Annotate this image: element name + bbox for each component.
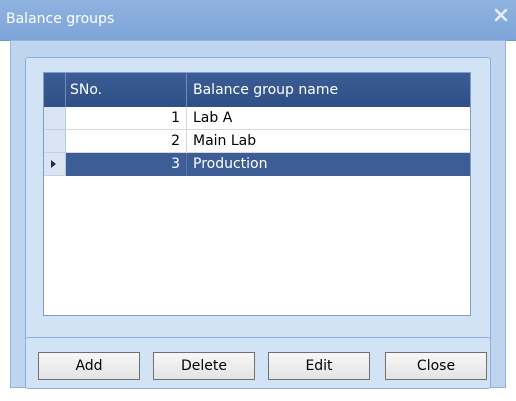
cell-sno[interactable]: 1 (66, 107, 187, 130)
dialog-body: SNo. Balance group name 1 Lab A 2 Main L… (10, 40, 506, 389)
table-row-selected[interactable]: 3 Production (44, 153, 470, 176)
row-selector[interactable] (44, 107, 66, 130)
window-title: Balance groups (6, 11, 115, 27)
balance-groups-dialog: Balance groups SNo. Balance group name 1… (0, 0, 516, 401)
button-group-panel: Add Delete Edit Close (25, 337, 491, 389)
column-header-balance-group-name[interactable]: Balance group name (187, 73, 470, 107)
balance-groups-grid[interactable]: SNo. Balance group name 1 Lab A 2 Main L… (43, 72, 471, 316)
edit-button[interactable]: Edit (268, 352, 370, 380)
title-bar[interactable]: Balance groups (0, 0, 516, 41)
row-selector-header[interactable] (44, 73, 66, 107)
cell-sno[interactable]: 2 (66, 130, 187, 153)
table-row[interactable]: 2 Main Lab (44, 130, 470, 153)
triangle-right-icon (51, 160, 56, 168)
grid-header: SNo. Balance group name (44, 73, 470, 107)
row-selector[interactable] (44, 153, 66, 176)
close-icon[interactable] (492, 6, 510, 24)
table-row[interactable]: 1 Lab A (44, 107, 470, 130)
cell-balance-group-name[interactable]: Production (187, 153, 470, 176)
cell-sno[interactable]: 3 (66, 153, 187, 176)
cell-balance-group-name[interactable]: Main Lab (187, 130, 470, 153)
cell-balance-group-name[interactable]: Lab A (187, 107, 470, 130)
close-button[interactable]: Close (385, 352, 487, 380)
delete-button[interactable]: Delete (153, 352, 255, 380)
add-button[interactable]: Add (38, 352, 140, 380)
column-header-sno[interactable]: SNo. (66, 73, 187, 107)
grid-group-panel: SNo. Balance group name 1 Lab A 2 Main L… (25, 57, 491, 343)
row-selector[interactable] (44, 130, 66, 153)
